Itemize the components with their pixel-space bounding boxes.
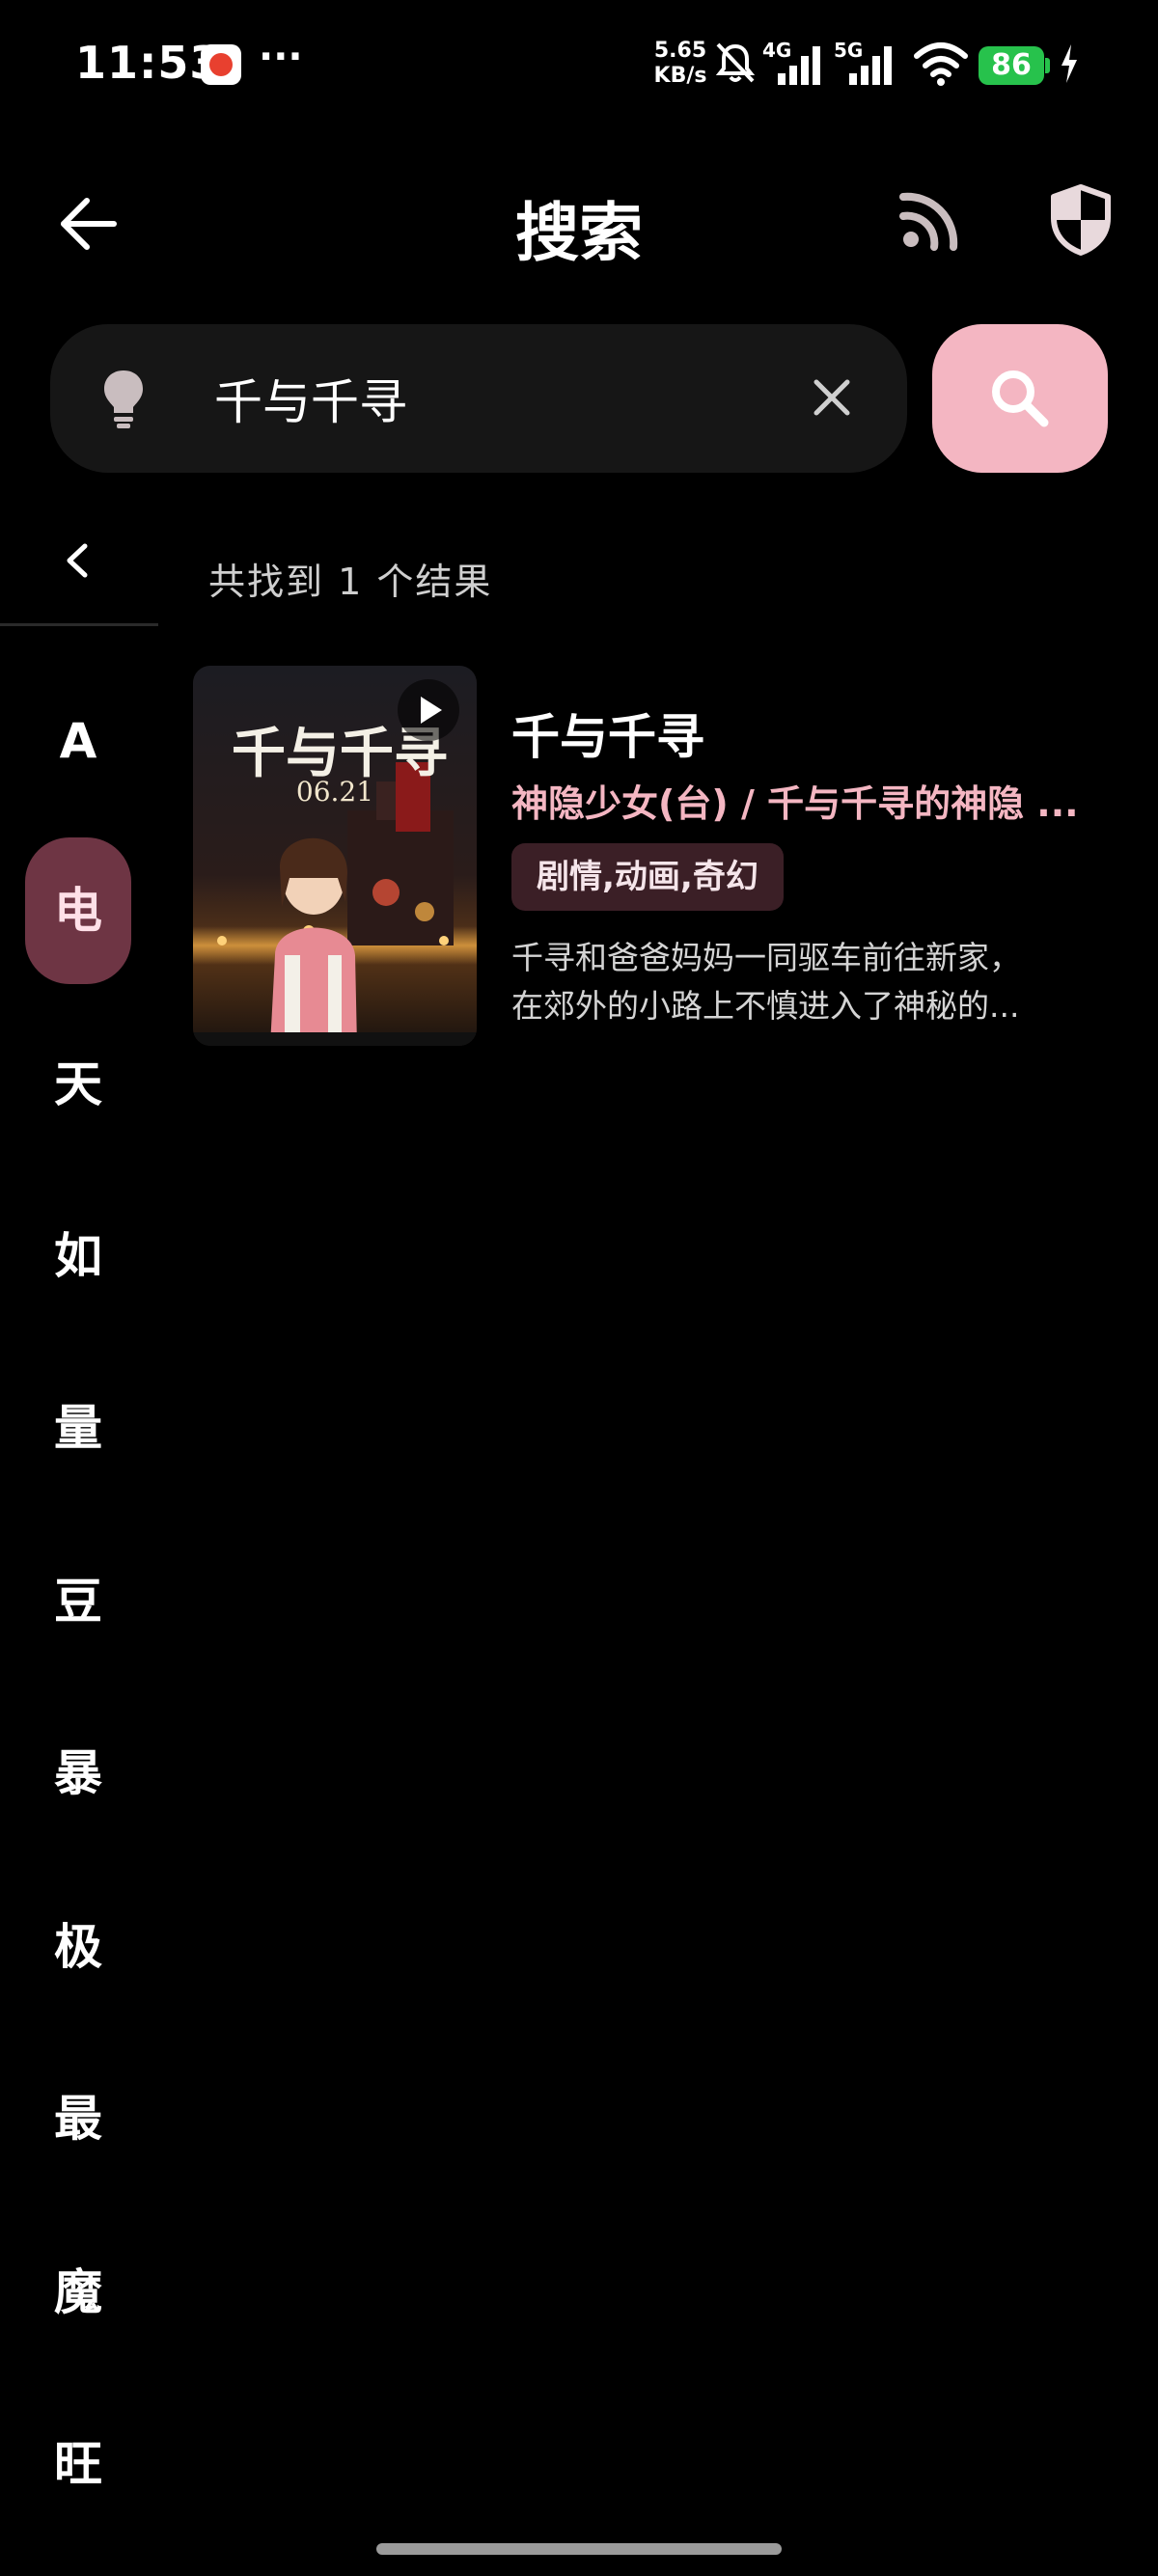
rss-button[interactable]: [897, 187, 963, 253]
sidebar-item-liang[interactable]: 量: [25, 1355, 131, 1501]
search-page: 11:53 ··· 5.65 KB/s 4G 5G 86 搜索 千与千寻 A 电…: [0, 0, 1158, 2576]
sidebar-item-ji[interactable]: 极: [25, 1874, 131, 2020]
mute-bell-icon: [715, 42, 756, 83]
notification-app-icon: [201, 44, 241, 85]
movie-description: 千寻和爸爸妈妈一同驱车前往新家， 在郊外的小路上不慎进入了神秘的...: [511, 934, 1129, 1030]
sidebar-item-bao[interactable]: 暴: [25, 1700, 131, 1847]
status-time: 11:53: [75, 37, 222, 89]
movie-description-line: 千寻和爸爸妈妈一同驱车前往新家，: [511, 939, 1021, 976]
search-button[interactable]: [932, 324, 1108, 473]
status-bar: 11:53 ··· 5.65 KB/s 4G 5G 86: [0, 0, 1158, 135]
sidebar-item-mo[interactable]: 魔: [25, 2219, 131, 2366]
genre-badge: 剧情,动画,奇幻: [511, 843, 784, 911]
battery-level: 86: [979, 46, 1044, 85]
battery-tip: [1045, 58, 1050, 73]
movie-title[interactable]: 千与千寻: [511, 699, 704, 768]
network-speed-value: 5.65: [653, 39, 707, 63]
sidebar-item-wang[interactable]: 旺: [25, 2391, 131, 2537]
close-icon: [813, 379, 850, 416]
sidebar-collapse-button[interactable]: [58, 536, 98, 585]
back-button[interactable]: [56, 191, 122, 257]
sidebar-item-dou[interactable]: 豆: [25, 1528, 131, 1675]
shield-button[interactable]: [1048, 183, 1114, 257]
lightbulb-icon[interactable]: [100, 367, 147, 430]
result-count: 共找到 1 个结果: [208, 561, 493, 603]
shield-icon: [1051, 184, 1111, 256]
charging-icon: [1062, 44, 1077, 83]
sidebar-item-tian[interactable]: 天: [25, 1011, 131, 1158]
search-input[interactable]: [214, 357, 755, 440]
cell-signal-icon: [778, 46, 820, 85]
chevron-left-icon: [67, 543, 88, 578]
rss-icon: [899, 192, 958, 251]
page-title: 搜索: [515, 196, 643, 270]
home-indicator[interactable]: [376, 2543, 782, 2555]
network-speed: 5.65 KB/s: [648, 39, 712, 89]
sidebar-item-ru[interactable]: 如: [25, 1183, 131, 1329]
network-speed-unit: KB/s: [653, 64, 707, 88]
search-icon: [992, 370, 1049, 427]
cell-signal-5g-icon: [849, 46, 892, 85]
arrow-left-icon: [61, 198, 117, 250]
poster-date: 06.21: [295, 776, 374, 808]
movie-description-line: 在郊外的小路上不慎进入了神秘的...: [511, 987, 1020, 1025]
sidebar-item-a[interactable]: A: [25, 668, 131, 814]
sidebar-divider: [0, 623, 158, 626]
result-card[interactable]: 千与千寻 06.21 千与千寻 神隐少女(台) / 千与千寻的神隐 ... 剧情…: [193, 666, 1119, 1046]
sidebar-item-dian[interactable]: 电: [25, 837, 131, 984]
movie-poster[interactable]: 千与千寻 06.21: [193, 666, 477, 1046]
wifi-icon: [914, 42, 968, 86]
sidebar-item-zui[interactable]: 最: [25, 2045, 131, 2192]
movie-alias: 神隐少女(台) / 千与千寻的神隐 ...: [511, 782, 1079, 825]
more-notifications-icon: ···: [259, 35, 303, 79]
play-icon[interactable]: [398, 679, 459, 741]
clear-search-button[interactable]: [809, 374, 855, 421]
